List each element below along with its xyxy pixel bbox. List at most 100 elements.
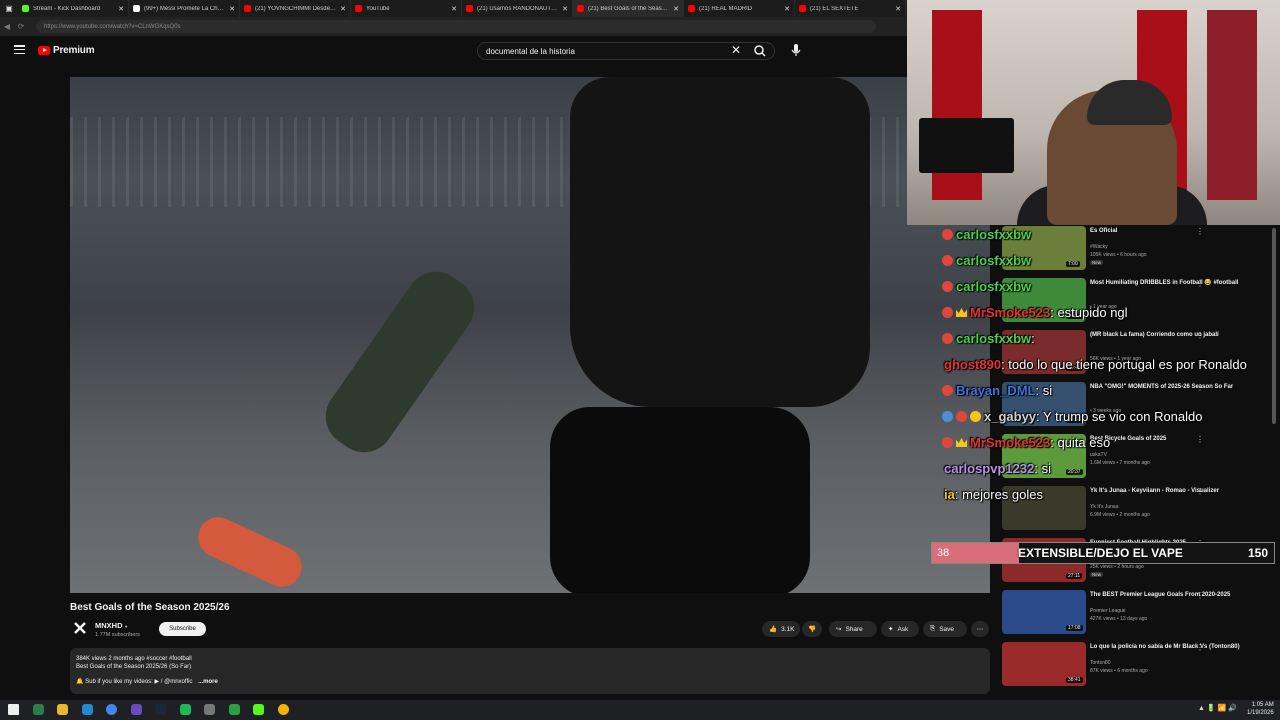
browser-address-bar: ◀ ⟳ https://www.youtube.com/watch?v=CLnW… xyxy=(0,17,907,36)
more-actions-button[interactable]: ⋯ xyxy=(971,621,989,637)
search-query: documental de la historia xyxy=(486,46,575,56)
chat-username: MrSmoke523 xyxy=(970,435,1051,450)
share-button[interactable]: ↪ Share xyxy=(829,621,877,637)
more-options-icon[interactable]: ⋮ xyxy=(1196,591,1204,600)
tab-close-icon[interactable]: ✕ xyxy=(562,5,568,13)
browser-tab[interactable]: Stream - Kick Dashboard ✕ xyxy=(18,0,129,17)
tab-favicon-icon xyxy=(244,5,251,12)
crown-icon xyxy=(956,438,967,447)
like-button[interactable]: 👍 3.1K xyxy=(762,621,800,637)
tab-close-icon[interactable]: ✕ xyxy=(895,5,901,13)
video-frame-jersey xyxy=(570,77,870,407)
browser-tab-bar: ▣ Stream - Kick Dashboard ✕ (99+) Messi Pro… xyxy=(0,0,907,17)
recommended-video[interactable]: 17:08 The BEST Premier League Goals From … xyxy=(1000,586,1275,638)
chat-badge-icon xyxy=(970,411,981,422)
tab-close-icon[interactable]: ✕ xyxy=(118,5,124,13)
menu-icon[interactable] xyxy=(14,45,25,55)
video-duration: 27:11 xyxy=(1066,573,1083,579)
microphone-icon[interactable] xyxy=(789,42,803,58)
goal-label: EXTENSIBLE/DEJO EL VAPE xyxy=(1018,546,1183,560)
clip-icon[interactable] xyxy=(228,704,240,715)
subscribe-button[interactable]: Subscribe xyxy=(159,622,206,636)
obs-icon[interactable] xyxy=(130,704,142,715)
save-button[interactable]: ⎘ Save xyxy=(923,621,967,637)
reload-icon[interactable]: ⟳ xyxy=(14,22,28,31)
clear-search-icon[interactable]: ✕ xyxy=(731,43,741,57)
tab-close-icon[interactable]: ✕ xyxy=(229,5,235,13)
browser-tab[interactable]: (21) REAL MADRID ✕ xyxy=(684,0,795,17)
folder-icon[interactable] xyxy=(57,704,68,715)
window-menu-icon[interactable]: ▣ xyxy=(0,4,18,13)
tab-close-icon[interactable]: ✕ xyxy=(451,5,457,13)
chrome-icon-2[interactable] xyxy=(277,704,289,715)
more-options-icon[interactable]: ⋮ xyxy=(1196,643,1204,652)
recommended-title: The BEST Premier League Goals From 2020-… xyxy=(1090,592,1231,598)
windows-icon[interactable] xyxy=(8,704,19,715)
app-icon[interactable] xyxy=(204,704,215,715)
description-more-link[interactable]: ...more xyxy=(198,679,218,685)
chat-message: carlosfxxbw: xyxy=(942,331,1035,346)
chat-username: carlosfxxbw xyxy=(956,331,1032,346)
tab-label: (21) YOVNGCHIMMI Desde Lo xyxy=(255,5,337,12)
kick-icon[interactable] xyxy=(253,704,264,715)
browser-tab[interactable]: YouTube ✕ xyxy=(351,0,462,17)
back-icon[interactable]: ◀ xyxy=(0,22,14,31)
chat-text: : quita eso xyxy=(1050,435,1111,450)
subscriber-count: 1.77M subscribers xyxy=(95,632,140,638)
tab-favicon-icon xyxy=(133,5,140,12)
recommended-views: 87K views • 6 months ago xyxy=(1090,668,1148,674)
edge-icon[interactable] xyxy=(81,704,93,715)
system-tray[interactable]: ▲ 🔋 📶 🔊 xyxy=(1198,704,1237,712)
spotify-icon[interactable] xyxy=(179,704,191,715)
webcam-overlay xyxy=(907,0,1280,225)
channel-name[interactable]: MNXHD ● xyxy=(95,621,128,630)
recommended-views: 25K views • 2 hours ago xyxy=(1090,564,1144,570)
dislike-button[interactable]: 👎 xyxy=(802,621,822,637)
chat-username: Brayan_DML xyxy=(956,383,1036,398)
video-frame-shorts xyxy=(550,407,810,593)
chat-badge-icon xyxy=(942,229,953,240)
tab-label: (21) Best Goals of the Season 2 xyxy=(588,5,670,12)
chat-message: carlospvp1232: si xyxy=(944,461,1051,476)
video-description[interactable]: 384K views 2 months ago #soccer #footbal… xyxy=(70,648,990,694)
channel-name-text: MNXHD xyxy=(95,621,123,630)
recommended-video[interactable]: 38:41 Lo que la policía no sabía de Mr Bl… xyxy=(1000,638,1275,690)
browser-tab[interactable]: (21) YOVNGCHIMMI Desde Lo ✕ xyxy=(240,0,351,17)
chat-badge-icon xyxy=(942,281,953,292)
search-icon[interactable] xyxy=(752,44,768,58)
sparkle-icon: ✦ xyxy=(888,626,894,633)
tab-close-icon[interactable]: ✕ xyxy=(673,5,679,13)
chrome-icon[interactable] xyxy=(106,704,117,715)
chat-badge-icon xyxy=(956,411,967,422)
taskbar-clock[interactable]: 1:05 AM 1/19/2026 xyxy=(1247,701,1274,717)
recommended-channel: Tonton80 xyxy=(1090,660,1111,666)
chat-message: MrSmoke523: quita eso xyxy=(942,435,1110,450)
video-player[interactable] xyxy=(70,77,990,593)
terminal-icon[interactable] xyxy=(32,704,44,715)
browser-tab[interactable]: (21) Best Goals of the Season 2 ✕ xyxy=(573,0,684,17)
recommended-views: 6.9M views • 2 months ago xyxy=(1090,512,1150,518)
browser-tab[interactable]: (21) Usamos RANDONAUTICA ✕ xyxy=(462,0,573,17)
youtube-logo[interactable]: Premium xyxy=(38,45,95,56)
chat-message: carlosfxxbw xyxy=(942,227,1031,242)
chat-message: carlosfxxbw xyxy=(942,253,1031,268)
tab-close-icon[interactable]: ✕ xyxy=(784,5,790,13)
ask-button[interactable]: ✦ Ask xyxy=(881,621,919,637)
tab-close-icon[interactable]: ✕ xyxy=(340,5,346,13)
tab-favicon-icon xyxy=(799,5,806,12)
chat-message: x_gabyy: Y trump se vio con Ronaldo xyxy=(942,409,1203,424)
url-input[interactable]: https://www.youtube.com/watch?v=CLnWGKqs… xyxy=(36,20,876,33)
steam-icon[interactable] xyxy=(155,704,166,715)
browser-tab[interactable]: (99+) Messi Promete La Champ ✕ xyxy=(129,0,240,17)
channel-avatar[interactable] xyxy=(72,620,88,636)
chat-badge-icon xyxy=(942,411,953,422)
recommended-views: 427K views • 13 days ago xyxy=(1090,616,1148,622)
description-meta: 384K views 2 months ago #soccer #footbal… xyxy=(76,656,192,662)
recommended-channel: Premier League xyxy=(1090,608,1126,614)
chat-message: carlosfxxbw xyxy=(942,279,1031,294)
tab-label: Stream - Kick Dashboard xyxy=(33,5,101,12)
browser-tab[interactable]: (21) EL SEXTETE ✕ xyxy=(795,0,906,17)
chat-text: : xyxy=(1031,331,1035,346)
webcam-curtain xyxy=(1207,10,1257,200)
tab-label: (21) Usamos RANDONAUTICA xyxy=(477,5,559,12)
